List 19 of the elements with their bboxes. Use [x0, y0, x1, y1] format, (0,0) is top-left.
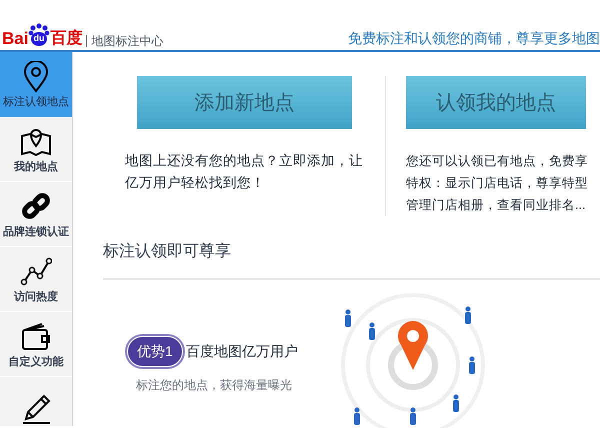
logo-text: 百度 [50, 31, 82, 47]
pencil-icon [20, 393, 52, 425]
description-text: 地图上还没有您的地点？立即添加，让 亿万用户轻松找到您！ [125, 152, 364, 192]
header-subtitle: 地图标注中心 [86, 35, 164, 47]
logo-paw-text: du [33, 34, 44, 43]
logo-text: Bai [2, 30, 28, 47]
line-chart-icon [20, 256, 52, 288]
sidebar-item[interactable]: 标注认领地点 [0, 52, 72, 117]
wallet-icon [20, 320, 52, 352]
description-text: 您还可以认领已有地点，免费享 特权：显示门店电话，尊享特型 管理门店相册，查看同业排名... [406, 153, 588, 214]
header-slogan: 免费标注和认领您的商铺，尊享更多地图 [348, 31, 600, 45]
advantage-badge: 优势1 [128, 336, 182, 366]
benefit-description: 标注您的地点，获得海量曝光 [136, 376, 293, 394]
sidebar-item[interactable]: 品牌连锁认证 [0, 182, 72, 247]
sidebar-item[interactable]: 访问热度 [0, 247, 72, 312]
section-heading: 标注认领即可尊享 [103, 240, 600, 280]
benefit-title: 百度地图亿万用户 [186, 342, 298, 360]
sidebar-item[interactable]: 我的地点 [0, 117, 72, 182]
sidebar-item[interactable]: 自定义功能 [0, 312, 72, 377]
